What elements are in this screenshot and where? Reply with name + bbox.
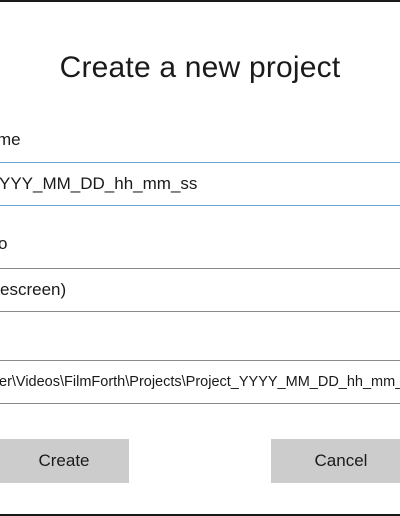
project-name-value: YYY_MM_DD_hh_mm_ss	[0, 174, 198, 193]
project-path-value: er\Videos\FilmForth\Projects\Project_YYY…	[0, 374, 400, 390]
project-path-input[interactable]: er\Videos\FilmForth\Projects\Project_YYY…	[0, 360, 400, 404]
aspect-ratio-value: escreen)	[0, 280, 67, 299]
cancel-button[interactable]: Cancel	[271, 439, 400, 483]
aspect-ratio-select[interactable]: escreen)	[0, 268, 400, 312]
dialog-title: Create a new project	[59, 51, 341, 84]
project-name-label: me	[0, 130, 21, 149]
aspect-ratio-label: o	[0, 233, 7, 255]
create-button[interactable]: Create	[0, 439, 129, 483]
create-project-dialog: Create a new project me YYY_MM_DD_hh_mm_…	[0, 0, 400, 516]
project-name-input[interactable]: YYY_MM_DD_hh_mm_ss	[0, 162, 400, 206]
